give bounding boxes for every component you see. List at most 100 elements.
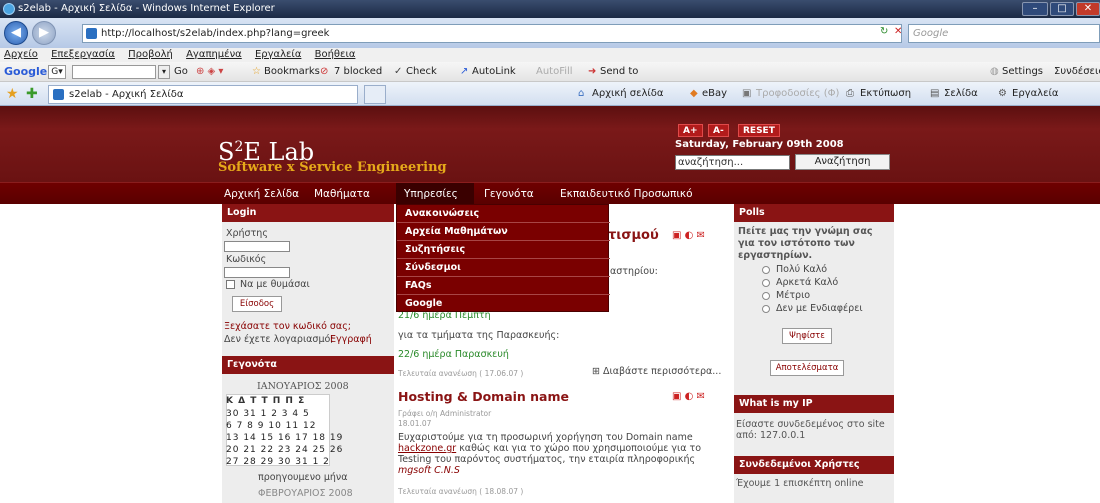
add-favorites-icon[interactable]: ✚ (26, 82, 38, 106)
url-input[interactable]: http://localhost/s2elab/index.php?lang=g… (82, 24, 902, 43)
maximize-button[interactable]: □ (1050, 2, 1074, 16)
dropdown-item-faqs[interactable]: FAQs (397, 277, 610, 295)
poll-radio[interactable] (762, 305, 770, 313)
poll-radio[interactable] (762, 292, 770, 300)
url-text: http://localhost/s2elab/index.php?lang=g… (101, 28, 330, 39)
article2-body: Ευχαριστούμε για τη προσωρινή χορήγηση τ… (398, 432, 702, 476)
autolink-icon: ↗ (460, 66, 469, 77)
signin-link[interactable]: Συνδέσεις (1054, 62, 1100, 82)
refresh-icon[interactable]: ↻ (880, 26, 888, 37)
menu-tools[interactable]: Εργαλεία (255, 49, 301, 60)
menu-help[interactable]: Βοήθεια (315, 49, 356, 60)
dropdown-item-course-files[interactable]: Αρχεία Μαθημάτων (397, 223, 610, 241)
calendar-week[interactable]: 30 31 1 2 3 4 5 (226, 409, 310, 419)
back-button[interactable]: ◀ (4, 21, 28, 45)
home-button[interactable]: Αρχική σελίδα (592, 82, 664, 106)
password-label: Κωδικός (226, 254, 267, 265)
google-search-input[interactable] (72, 65, 156, 79)
vote-button[interactable]: Ψηφίστε (782, 328, 832, 344)
dropdown-item-announcements[interactable]: Ανακοινώσεις (397, 205, 610, 223)
menu-bar: Αρχείο Επεξεργασία Προβολή Αγαπημένα Εργ… (0, 48, 1100, 62)
nav-events[interactable]: Γεγονότα (476, 183, 542, 205)
nav-staff[interactable]: Εκπαιδευτικό Προσωπικό (552, 183, 701, 205)
tab-favicon-icon (53, 89, 64, 100)
ip-header: What is my IP (734, 395, 894, 413)
calendar-week[interactable]: 13 14 15 16 17 18 19 (226, 433, 343, 443)
online-header: Συνδεδεμένοι Χρήστες (734, 456, 894, 474)
ebay-button[interactable]: eBay (702, 82, 727, 106)
register-link[interactable]: Εγγραφή (330, 334, 372, 345)
calendar-month: ΙΑΝΟΥΑΡΙΟΣ 2008 (257, 381, 349, 392)
login-header: Login (222, 204, 394, 222)
poll-radio[interactable] (762, 279, 770, 287)
article1-action-icons[interactable]: ▣ ◐ ✉ (672, 230, 705, 241)
forward-button[interactable]: ▶ (32, 21, 56, 45)
menu-edit[interactable]: Επεξεργασία (51, 49, 115, 60)
page-button[interactable]: Σελίδα (944, 82, 978, 106)
login-button[interactable]: Είσοδος (232, 296, 282, 312)
article1-text: αστηρίου: (610, 266, 658, 277)
google-dropdown-icon[interactable]: ▾ (158, 65, 170, 79)
nav-home[interactable]: Αρχική Σελίδα (216, 183, 307, 205)
tools-button[interactable]: Εργαλεία (1012, 82, 1058, 106)
menu-view[interactable]: Προβολή (128, 49, 173, 60)
google-g-dropdown[interactable]: G▾ (48, 65, 66, 79)
dropdown-item-links[interactable]: Σύνδεσμοι (397, 259, 610, 277)
toolbar-icons[interactable]: ⊕ ◈ ▾ (196, 62, 223, 82)
results-button[interactable]: Αποτελέσματα (770, 360, 844, 376)
minimize-button[interactable]: – (1022, 2, 1048, 16)
site-search-input[interactable]: αναζήτηση... (675, 155, 790, 170)
check-button[interactable]: Check (406, 62, 437, 82)
online-text: Έχουμε 1 επισκέπτη online (736, 478, 864, 489)
font-decrease-button[interactable]: A- (708, 124, 729, 137)
settings-button[interactable]: Settings (1002, 62, 1043, 82)
no-account-text: Δεν έχετε λογαριασμό; (224, 334, 334, 345)
readmore-link[interactable]: ⊞ Διαβάστε περισσότερα... (592, 366, 721, 377)
google-logo: Google (4, 65, 48, 78)
article2-title: Hosting & Domain name (398, 389, 569, 404)
calendar-week[interactable]: 27 28 29 30 31 1 2 (226, 457, 330, 467)
hackzone-link[interactable]: hackzone.gr (398, 443, 456, 454)
calendar-week[interactable]: 20 21 22 23 24 25 26 (226, 445, 343, 455)
popup-blocked-icon: ⊘ (320, 66, 329, 77)
menu-file[interactable]: Αρχείο (4, 49, 38, 60)
blocked-button[interactable]: 7 blocked (334, 62, 382, 82)
home-icon: ⌂ (578, 88, 585, 99)
feeds-button[interactable]: Τροφοδοσίες (Φ) (756, 82, 839, 106)
settings-icon: ◍ (990, 66, 999, 77)
sendto-button[interactable]: Send to (600, 62, 638, 82)
article1-text2: για τα τμήματα της Παρασκευής: (398, 330, 560, 341)
menu-favorites[interactable]: Αγαπημένα (186, 49, 242, 60)
browser-search-input[interactable]: Google (908, 24, 1100, 43)
autolink-button[interactable]: AutoLink (472, 62, 516, 82)
site-nav: Αρχική Σελίδα Μαθήματα Υπηρεσίες Γεγονότ… (0, 182, 1100, 205)
article2-action-icons[interactable]: ▣ ◐ ✉ (672, 391, 705, 402)
bookmarks-star-icon: ☆ (252, 66, 261, 77)
site-search-button[interactable]: Αναζήτηση (795, 154, 890, 170)
dropdown-item-discussions[interactable]: Συζητήσεις (397, 241, 610, 259)
poll-radio[interactable] (762, 266, 770, 274)
font-increase-button[interactable]: A+ (678, 124, 703, 137)
calendar-week[interactable]: 6 7 8 9 10 11 12 (226, 421, 316, 431)
nav-services[interactable]: Υπηρεσίες (396, 183, 474, 205)
stop-icon[interactable]: ✕ (894, 26, 902, 37)
username-input[interactable] (224, 241, 290, 252)
browser-tab[interactable]: s2elab - Αρχική Σελίδα (48, 85, 358, 104)
go-button[interactable]: Go (174, 62, 188, 82)
ip-text: Είσαστε συνδεδεμένος στο site από: 127.0… (736, 419, 885, 441)
password-input[interactable] (224, 267, 290, 278)
remember-checkbox[interactable] (226, 280, 235, 289)
autofill-button[interactable]: AutoFill (536, 62, 573, 82)
prev-month-link[interactable]: προηγουμενο μήνα (258, 472, 347, 483)
new-tab-button[interactable] (364, 85, 386, 104)
font-reset-button[interactable]: RESET (738, 124, 780, 137)
article2-author: Γράφει ο/η Administrator (398, 409, 492, 418)
tab-title: s2elab - Αρχική Σελίδα (69, 89, 184, 100)
close-button[interactable]: ✕ (1076, 2, 1100, 16)
nav-courses[interactable]: Μαθήματα (306, 183, 378, 205)
print-button[interactable]: Εκτύπωση (860, 82, 911, 106)
dropdown-item-google[interactable]: Google (397, 295, 610, 313)
bookmarks-button[interactable]: Bookmarks (264, 62, 320, 82)
favorites-star-icon[interactable]: ★ (6, 82, 19, 106)
forgot-password-link[interactable]: Ξεχάσατε τον κωδικό σας; (224, 321, 351, 332)
